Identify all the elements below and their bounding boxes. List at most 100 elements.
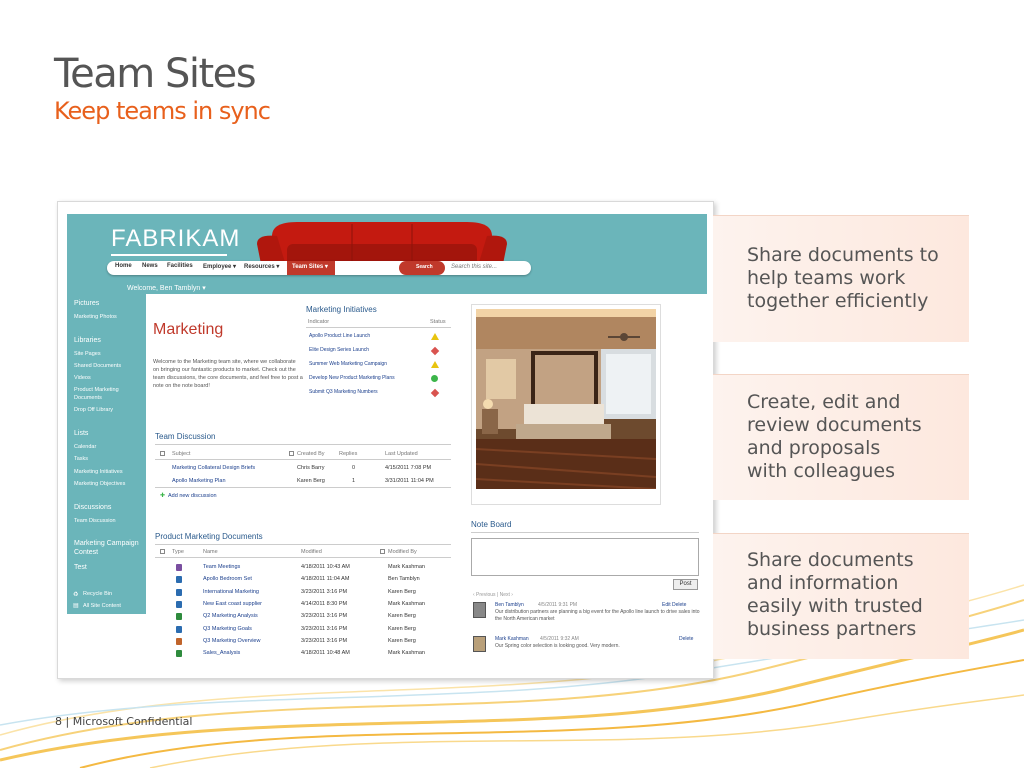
note-input[interactable] — [471, 538, 699, 576]
indicator-col-header: Indicator — [308, 319, 330, 325]
nav-calendar[interactable]: Calendar — [74, 444, 96, 450]
nav-facilities[interactable]: Facilities — [167, 263, 193, 269]
document-name[interactable]: Q2 Marketing Analysis — [203, 613, 258, 619]
note-actions[interactable]: Delete — [679, 636, 693, 642]
document-name[interactable]: Apollo Bedroom Set — [203, 576, 252, 582]
nav-pictures[interactable]: Pictures — [74, 300, 99, 307]
slide-subtitle: Keep teams in sync — [54, 97, 271, 125]
document-type-icon[interactable] — [176, 613, 182, 621]
note-time: 4/5/2011 9:31 PM — [538, 602, 578, 608]
nav-test[interactable]: Test — [74, 564, 87, 571]
initiative-row[interactable]: Develop New Product Marketing Plans — [309, 375, 395, 381]
nav-all-site-content[interactable]: All Site Content — [83, 603, 121, 609]
initiative-row[interactable]: Apollo Product Line Launch — [309, 333, 370, 339]
welcome-menu[interactable]: Welcome, Ben Tamblyn ▾ — [127, 284, 206, 292]
site-logo: FABRIKAM — [111, 225, 241, 252]
nav-recycle-bin[interactable]: Recycle Bin — [83, 591, 112, 597]
nav-shared-documents[interactable]: Shared Documents — [74, 363, 121, 369]
initiatives-heading[interactable]: Marketing Initiatives — [306, 305, 377, 314]
callout-create: Create, edit and review documents and pr… — [713, 374, 969, 500]
select-all-docs-checkbox[interactable] — [160, 549, 165, 554]
nav-libraries[interactable]: Libraries — [74, 337, 101, 344]
nav-resources[interactable]: Resources ▾ — [244, 263, 279, 270]
note-time: 4/5/2011 9:32 AM — [540, 636, 579, 642]
documents-divider — [155, 544, 451, 545]
discussion-row-author: Karen Berg — [297, 478, 325, 484]
subject-col-header[interactable]: Subject — [172, 451, 190, 457]
document-name[interactable]: International Marketing — [203, 589, 259, 595]
nav-product-marketing[interactable]: Product Marketing — [74, 387, 119, 393]
nav-product-marketing-documents[interactable]: Documents — [74, 395, 102, 401]
initiative-row[interactable]: Submit Q3 Marketing Numbers — [309, 389, 378, 395]
document-type-icon[interactable] — [176, 588, 182, 596]
document-type-icon[interactable] — [176, 576, 182, 584]
select-all-checkbox[interactable] — [160, 451, 165, 456]
slide-title: Team Sites — [54, 51, 257, 97]
callout-text: Share documents to help teams work toget… — [747, 244, 939, 312]
document-type-icon[interactable] — [176, 650, 182, 658]
nav-home[interactable]: Home — [115, 263, 132, 269]
note-author[interactable]: Ben Tamblyn — [495, 602, 524, 608]
createdby-col-header[interactable]: Created By — [297, 451, 325, 457]
document-name[interactable]: Sales_Analysis — [203, 650, 240, 656]
document-name[interactable]: New East coast supplier — [203, 601, 262, 607]
document-modified: 4/18/2011 10:43 AM — [301, 564, 350, 570]
initiative-row[interactable]: Elite Design Series Launch — [309, 347, 369, 353]
nav-videos[interactable]: Videos — [74, 375, 91, 381]
name-col-header[interactable]: Name — [203, 549, 218, 555]
nav-team-discussion[interactable]: Team Discussion — [74, 518, 116, 524]
document-modified: 4/18/2011 11:04 AM — [301, 576, 350, 583]
nav-news[interactable]: News — [142, 263, 158, 269]
add-new-discussion-link[interactable]: Add new discussion — [168, 493, 217, 499]
lastupdated-col-header[interactable]: Last Updated — [385, 451, 418, 457]
footer-separator: | — [65, 715, 70, 728]
nav-discussions[interactable]: Discussions — [74, 504, 111, 511]
nav-team-sites[interactable]: Team Sites ▾ — [287, 261, 335, 275]
document-name[interactable]: Q3 Marketing Overview — [203, 638, 260, 644]
discussion-row-replies: 0 — [352, 465, 356, 471]
initiative-row[interactable]: Summer Web Marketing Campaign — [309, 361, 387, 367]
discussion-row-subject[interactable]: Apollo Marketing Plan — [172, 478, 226, 484]
nav-lists[interactable]: Lists — [74, 430, 88, 437]
nav-contest[interactable]: Contest — [74, 549, 98, 556]
bedroom-photo — [476, 309, 656, 489]
post-button[interactable]: Post — [673, 579, 698, 590]
document-name[interactable]: Q3 Marketing Goals — [203, 626, 252, 632]
search-input[interactable]: Search this site... — [451, 264, 497, 270]
discussion-divider — [155, 444, 451, 445]
discussion-row-subject[interactable]: Marketing Collateral Design Briefs — [172, 465, 255, 471]
nav-employee[interactable]: Employee ▾ — [203, 263, 236, 270]
nav-marketing-photos[interactable]: Marketing Photos — [74, 314, 117, 320]
site-banner: FABRIKAM Home News Facilities Employee ▾… — [67, 214, 707, 294]
note-author[interactable]: Mark Kashman — [495, 636, 529, 642]
nav-tasks[interactable]: Tasks — [74, 456, 88, 462]
search-button-label: Search — [416, 264, 433, 270]
document-type-icon[interactable] — [176, 600, 182, 608]
search-button[interactable]: Search — [399, 261, 445, 275]
document-type-icon[interactable] — [176, 564, 182, 571]
replies-col-header[interactable]: Replies — [339, 451, 357, 457]
document-type-icon[interactable] — [176, 625, 182, 633]
modified-col-header[interactable]: Modified — [301, 549, 322, 555]
document-modified: 3/23/2011 3:16 PM — [301, 637, 348, 644]
note-actions[interactable]: Edit Delete — [662, 602, 686, 608]
documents-heading[interactable]: Product Marketing Documents — [155, 532, 263, 541]
document-name[interactable]: Team Meetings — [203, 564, 240, 570]
nav-site-pages[interactable]: Site Pages — [74, 351, 101, 357]
note-pager[interactable]: ‹ Previous | Next › — [473, 592, 513, 598]
nav-drop-off-library[interactable]: Drop Off Library — [74, 407, 113, 413]
avatar — [473, 636, 486, 652]
note-text: Our distribution partners are planning a… — [495, 609, 700, 622]
nav-marketing-objectives[interactable]: Marketing Objectives — [74, 481, 125, 487]
team-discussion-heading[interactable]: Team Discussion — [155, 432, 215, 441]
status-warning-icon — [431, 361, 439, 368]
discussion-row-replies: 1 — [352, 478, 356, 484]
modifiedby-col-header[interactable]: Modified By — [388, 549, 417, 555]
discussion-row-author: Chris Barry — [297, 465, 325, 471]
status-warning-icon — [431, 333, 439, 340]
nav-marketing-initiatives[interactable]: Marketing Initiatives — [74, 469, 123, 475]
nav-marketing-campaign[interactable]: Marketing Campaign — [74, 540, 139, 547]
document-type-icon[interactable] — [176, 637, 182, 645]
type-col-header[interactable]: Type — [172, 549, 184, 555]
document-modified-by: Karen Berg — [388, 637, 416, 644]
